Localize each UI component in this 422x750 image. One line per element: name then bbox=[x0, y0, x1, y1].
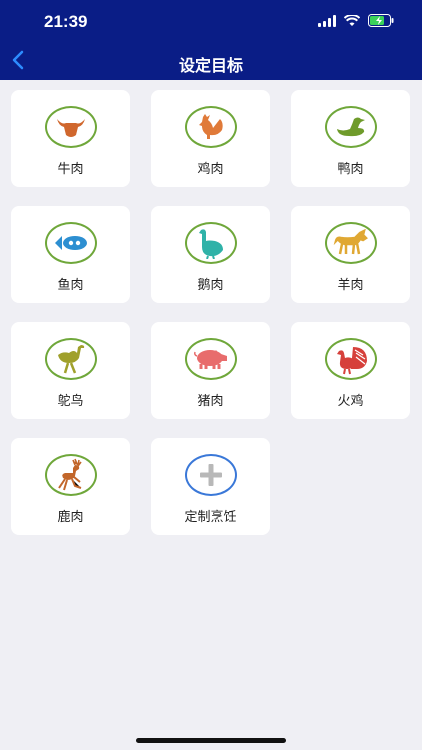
target-label: 羊肉 bbox=[337, 277, 364, 292]
navigation-bar: 21:39 设定目标 bbox=[0, 0, 422, 80]
target-card-ostrich[interactable]: 鸵鸟 bbox=[11, 322, 130, 419]
page-title: 设定目标 bbox=[178, 58, 243, 75]
target-card-fish[interactable]: 鱼肉 bbox=[11, 206, 130, 303]
target-card-duck[interactable]: 鸭肉 bbox=[291, 90, 410, 187]
ostrich-icon bbox=[44, 338, 97, 380]
target-label: 鸭肉 bbox=[337, 161, 364, 176]
target-label: 牛肉 bbox=[57, 161, 84, 176]
rooster-icon bbox=[184, 106, 237, 148]
deer-icon bbox=[44, 454, 97, 496]
target-label: 猪肉 bbox=[197, 393, 224, 408]
turkey-icon bbox=[324, 338, 377, 380]
cow-icon bbox=[44, 106, 97, 148]
target-card-lamb[interactable]: 羊肉 bbox=[291, 206, 410, 303]
target-label: 鸡肉 bbox=[197, 161, 224, 176]
duck-icon bbox=[324, 106, 377, 148]
target-grid: 牛肉 鸡肉 鸭肉 鱼肉 鹅肉 羊肉 鸵鸟 猪肉 火鸡 鹿肉 定制烹饪 bbox=[11, 90, 411, 535]
status-time: 21:39 bbox=[44, 12, 88, 31]
battery-icon bbox=[368, 14, 394, 27]
plus-icon bbox=[184, 454, 237, 496]
target-label: 定制烹饪 bbox=[184, 509, 237, 524]
target-card-chicken[interactable]: 鸡肉 bbox=[151, 90, 270, 187]
target-card-custom-cooking[interactable]: 定制烹饪 bbox=[151, 438, 270, 535]
pig-icon bbox=[184, 338, 237, 380]
target-label: 鱼肉 bbox=[57, 277, 84, 292]
wifi-icon bbox=[344, 14, 360, 27]
target-label: 鹅肉 bbox=[197, 277, 224, 292]
target-label: 鹿肉 bbox=[57, 509, 84, 524]
target-label: 鸵鸟 bbox=[57, 393, 84, 408]
target-card-pork[interactable]: 猪肉 bbox=[151, 322, 270, 419]
target-card-turkey[interactable]: 火鸡 bbox=[291, 322, 410, 419]
fish-icon bbox=[44, 222, 97, 264]
goat-icon bbox=[324, 222, 377, 264]
target-card-goose[interactable]: 鹅肉 bbox=[151, 206, 270, 303]
target-card-beef[interactable]: 牛肉 bbox=[11, 90, 130, 187]
goose-icon bbox=[184, 222, 237, 264]
target-label: 火鸡 bbox=[337, 393, 364, 408]
cellular-signal-icon bbox=[318, 14, 336, 27]
target-card-venison[interactable]: 鹿肉 bbox=[11, 438, 130, 535]
home-indicator[interactable] bbox=[136, 738, 286, 743]
status-icons bbox=[318, 14, 394, 27]
